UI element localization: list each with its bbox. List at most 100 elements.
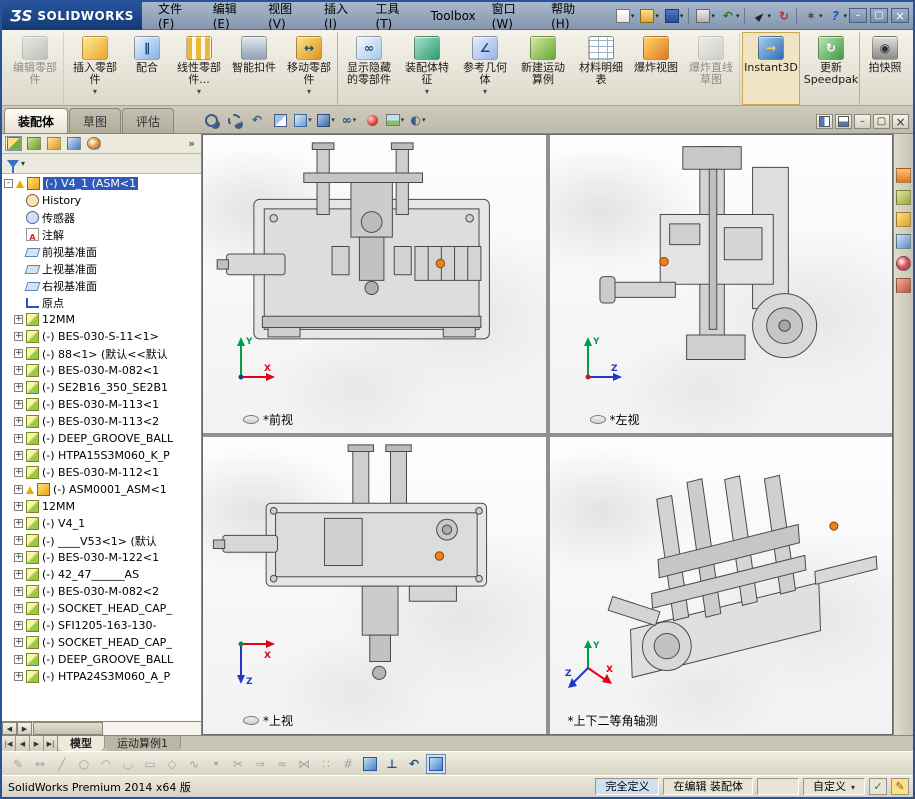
expand-icon[interactable] bbox=[14, 366, 23, 375]
viewport-top[interactable]: Z X *上视 bbox=[203, 436, 546, 734]
view-toolbar-icon[interactable] bbox=[293, 110, 313, 130]
feature-manager-tab-icon[interactable] bbox=[65, 136, 82, 151]
quick-toolbar-icon[interactable] bbox=[750, 8, 773, 24]
tree-item[interactable]: 原点 bbox=[2, 294, 201, 311]
tab-nav-button[interactable]: ▶ bbox=[30, 736, 44, 751]
sketch-tool-icon[interactable] bbox=[250, 754, 270, 774]
document-control-button[interactable] bbox=[835, 114, 852, 129]
ribbon-button[interactable]: 参考几何体 bbox=[456, 32, 514, 105]
filter-dropdown-arrow[interactable]: ▾ bbox=[21, 159, 25, 168]
tree-item[interactable]: 12MM bbox=[2, 498, 201, 515]
tab-nav-button[interactable]: ▶| bbox=[44, 736, 58, 751]
sketch-tool-icon[interactable] bbox=[382, 754, 402, 774]
viewport-left[interactable]: Y Z *左视 bbox=[549, 135, 892, 433]
tree-item[interactable]: 上视基准面 bbox=[2, 260, 201, 277]
quick-toolbar-icon[interactable] bbox=[802, 8, 825, 24]
tree-item[interactable]: (-) ____V53<1> (默认 bbox=[2, 532, 201, 549]
view-toolbar-icon[interactable] bbox=[247, 110, 267, 130]
window-control-button[interactable] bbox=[891, 8, 909, 23]
tree-item[interactable]: (-) BES-030-M-122<1 bbox=[2, 549, 201, 566]
expand-icon[interactable] bbox=[14, 536, 23, 545]
command-tab[interactable]: 评估 bbox=[122, 108, 175, 133]
scroll-right-button[interactable]: ▶ bbox=[17, 722, 32, 735]
status-custom-dropdown[interactable]: 自定义 bbox=[802, 778, 865, 795]
command-tab[interactable]: 装配体 bbox=[4, 108, 69, 133]
sketch-tool-icon[interactable] bbox=[316, 754, 336, 774]
expand-icon[interactable] bbox=[14, 434, 23, 443]
task-pane-icon[interactable] bbox=[896, 168, 911, 183]
ribbon-button[interactable]: 新建运动算例 bbox=[514, 32, 572, 105]
quick-toolbar-icon[interactable] bbox=[638, 8, 661, 24]
document-control-button[interactable] bbox=[816, 114, 833, 129]
sketch-tool-icon[interactable] bbox=[96, 754, 116, 774]
sketch-tool-icon[interactable] bbox=[272, 754, 292, 774]
quick-toolbar-icon[interactable] bbox=[719, 7, 746, 24]
ribbon-button[interactable]: 配合 bbox=[124, 32, 170, 105]
tree-item[interactable]: (-) BES-030-M-112<1 bbox=[2, 464, 201, 481]
ribbon-button[interactable]: 插入零部件 bbox=[66, 32, 124, 105]
quick-toolbar-icon[interactable] bbox=[663, 7, 690, 24]
tree-item[interactable]: (-) V4_1 (ASM<1 bbox=[2, 175, 201, 192]
tree-item[interactable]: 注解 bbox=[2, 226, 201, 243]
sketch-tool-icon[interactable] bbox=[338, 754, 358, 774]
panel-overflow-chevron[interactable]: » bbox=[185, 137, 198, 150]
scrollbar-track[interactable] bbox=[103, 722, 201, 735]
view-toolbar-icon[interactable] bbox=[201, 110, 221, 130]
sketch-tool-icon[interactable] bbox=[8, 754, 28, 774]
expand-icon[interactable] bbox=[14, 638, 23, 647]
ribbon-button[interactable]: 更新Speedpak bbox=[802, 32, 860, 105]
expand-icon[interactable] bbox=[14, 383, 23, 392]
task-pane-icon[interactable] bbox=[896, 190, 911, 205]
feature-manager-tab-icon[interactable] bbox=[5, 136, 22, 151]
ribbon-button[interactable]: 爆炸直线草图 bbox=[682, 32, 740, 105]
sketch-tool-icon[interactable] bbox=[162, 754, 182, 774]
ribbon-button[interactable]: 移动零部件 bbox=[280, 32, 338, 105]
sketch-tool-icon[interactable] bbox=[228, 754, 248, 774]
view-toolbar-icon[interactable] bbox=[408, 110, 428, 130]
expand-icon[interactable] bbox=[14, 604, 23, 613]
filter-icon[interactable] bbox=[7, 159, 19, 173]
expand-icon[interactable] bbox=[14, 315, 23, 324]
expand-icon[interactable] bbox=[14, 519, 23, 528]
viewport-front[interactable]: Y X *前视 bbox=[203, 135, 546, 433]
tree-item[interactable]: 传感器 bbox=[2, 209, 201, 226]
sketch-tool-icon[interactable] bbox=[294, 754, 314, 774]
tree-item[interactable]: 12MM bbox=[2, 311, 201, 328]
sketch-tool-icon[interactable] bbox=[74, 754, 94, 774]
feature-manager-tab-icon[interactable] bbox=[45, 136, 62, 151]
view-toolbar-icon[interactable] bbox=[339, 110, 359, 130]
tree-item[interactable]: (-) BES-030-M-082<2 bbox=[2, 583, 201, 600]
ribbon-button[interactable]: 显示隐藏的零部件 bbox=[340, 32, 398, 105]
sketch-tool-icon[interactable] bbox=[184, 754, 204, 774]
feature-manager-tab-icon[interactable] bbox=[85, 136, 102, 151]
document-control-button[interactable] bbox=[873, 114, 890, 129]
command-tab[interactable]: 草图 bbox=[69, 108, 122, 133]
tree-horizontal-scrollbar[interactable]: ◀ ▶ bbox=[2, 721, 201, 735]
tab-nav-button[interactable]: ◀ bbox=[16, 736, 30, 751]
sketch-tool-icon[interactable] bbox=[360, 754, 380, 774]
feature-manager-tab-icon[interactable] bbox=[25, 136, 42, 151]
sketch-tool-icon[interactable] bbox=[140, 754, 160, 774]
tree-item[interactable]: (-) 88<1> (默认<<默认 bbox=[2, 345, 201, 362]
view-toolbar-icon[interactable] bbox=[224, 110, 244, 130]
tree-item[interactable]: (-) HTPA24S3M060_A_P bbox=[2, 668, 201, 685]
tree-item[interactable]: (-) BES-030-S-11<1> bbox=[2, 328, 201, 345]
ribbon-button[interactable]: 线性零部件... bbox=[170, 32, 228, 105]
window-control-button[interactable] bbox=[849, 8, 867, 23]
quick-toolbar-icon[interactable] bbox=[775, 7, 797, 24]
expand-icon[interactable] bbox=[14, 349, 23, 358]
expand-icon[interactable] bbox=[14, 672, 23, 681]
sketch-tool-icon[interactable] bbox=[30, 754, 50, 774]
ribbon-button[interactable]: Instant3D bbox=[742, 32, 800, 105]
expand-icon[interactable] bbox=[14, 587, 23, 596]
expand-icon[interactable] bbox=[14, 400, 23, 409]
expand-icon[interactable] bbox=[4, 179, 13, 188]
tree-item[interactable]: 右视基准面 bbox=[2, 277, 201, 294]
model-tab[interactable]: 模型 bbox=[58, 736, 105, 751]
tree-item[interactable]: 前视基准面 bbox=[2, 243, 201, 260]
document-control-button[interactable] bbox=[854, 114, 871, 129]
view-toolbar-icon[interactable] bbox=[362, 110, 382, 130]
view-toolbar-icon[interactable] bbox=[316, 110, 336, 130]
expand-icon[interactable] bbox=[14, 485, 23, 494]
window-control-button[interactable] bbox=[870, 8, 888, 23]
